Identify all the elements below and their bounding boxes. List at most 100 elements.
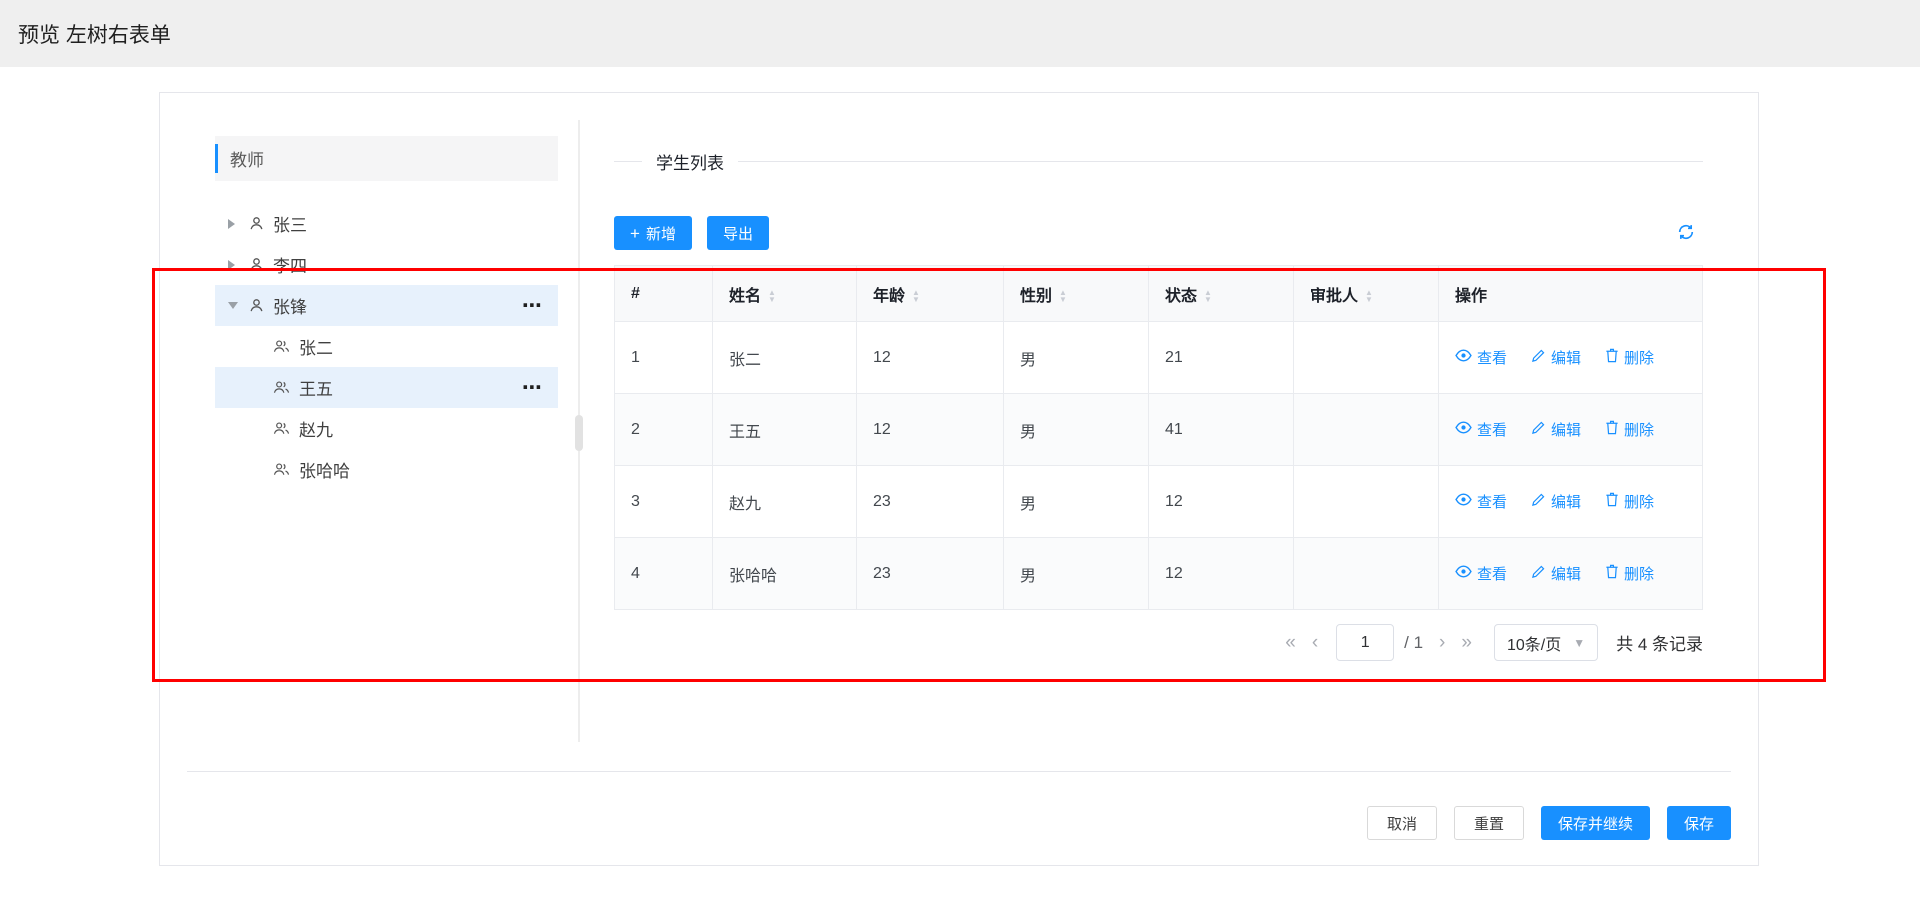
view-link[interactable]: 查看 bbox=[1455, 491, 1507, 512]
cancel-button[interactable]: 取消 bbox=[1367, 806, 1437, 840]
table-row: 4 张哈哈 23 男 12 查看 编辑 删除 bbox=[615, 538, 1703, 610]
trash-icon bbox=[1605, 564, 1619, 583]
eye-icon bbox=[1455, 349, 1472, 366]
cell-approver bbox=[1294, 394, 1439, 466]
view-link[interactable]: 查看 bbox=[1455, 347, 1507, 368]
cell-actions: 查看 编辑 删除 bbox=[1439, 394, 1703, 466]
tree-node-zhangsan[interactable]: 张三 bbox=[215, 203, 558, 244]
pencil-icon bbox=[1531, 420, 1546, 439]
caret-right-icon[interactable] bbox=[228, 219, 237, 229]
col-header-age[interactable]: 年龄▲▼ bbox=[857, 266, 1004, 322]
table-row: 1 张二 12 男 21 查看 编辑 删除 bbox=[615, 322, 1703, 394]
tree-node-label: 张二 bbox=[299, 334, 333, 359]
more-actions-icon[interactable]: ⋯ bbox=[522, 296, 558, 316]
student-table: # 姓名▲▼ 年龄▲▼ 性别▲▼ 状态▲▼ 审批人▲▼ 操作 1 张二 12 男… bbox=[614, 265, 1703, 610]
view-link[interactable]: 查看 bbox=[1455, 563, 1507, 584]
table-toolbar: + 新增 导出 bbox=[614, 216, 1703, 250]
add-button[interactable]: + 新增 bbox=[614, 216, 692, 250]
panel-splitter[interactable] bbox=[578, 120, 580, 742]
page-title: 预览 左树右表单 bbox=[18, 19, 171, 49]
view-link[interactable]: 查看 bbox=[1455, 419, 1507, 440]
col-header-gender[interactable]: 性别▲▼ bbox=[1004, 266, 1149, 322]
cell-age: 23 bbox=[857, 538, 1004, 610]
eye-icon bbox=[1455, 565, 1472, 582]
tree-node-zhanghaha[interactable]: 张哈哈 bbox=[215, 449, 558, 490]
prev-page-button[interactable]: ‹ bbox=[1304, 632, 1326, 654]
teacher-tree: 张三 李四 张锋 ⋯ 张二 bbox=[215, 203, 558, 490]
splitter-grip-handle[interactable] bbox=[575, 415, 583, 451]
export-button[interactable]: 导出 bbox=[707, 216, 769, 250]
delete-link[interactable]: 删除 bbox=[1605, 563, 1654, 584]
sort-icon[interactable]: ▲▼ bbox=[768, 289, 776, 303]
plus-icon: + bbox=[630, 225, 640, 242]
refresh-icon bbox=[1677, 223, 1695, 244]
col-header-approver[interactable]: 审批人▲▼ bbox=[1294, 266, 1439, 322]
caret-right-icon[interactable] bbox=[228, 260, 237, 270]
table-row: 3 赵九 23 男 12 查看 编辑 删除 bbox=[615, 466, 1703, 538]
first-page-button[interactable]: « bbox=[1277, 632, 1304, 654]
sort-icon[interactable]: ▲▼ bbox=[1365, 289, 1373, 303]
save-and-continue-button[interactable]: 保存并继续 bbox=[1541, 806, 1650, 840]
cell-index: 1 bbox=[615, 322, 713, 394]
tree-node-zhanger[interactable]: 张二 bbox=[215, 326, 558, 367]
eye-icon bbox=[1455, 421, 1472, 438]
more-actions-icon[interactable]: ⋯ bbox=[522, 378, 558, 398]
cell-status: 41 bbox=[1149, 394, 1294, 466]
save-button[interactable]: 保存 bbox=[1667, 806, 1731, 840]
cell-age: 12 bbox=[857, 322, 1004, 394]
tree-node-zhangfeng[interactable]: 张锋 ⋯ bbox=[215, 285, 558, 326]
col-header-status[interactable]: 状态▲▼ bbox=[1149, 266, 1294, 322]
tree-node-lisi[interactable]: 李四 bbox=[215, 244, 558, 285]
delete-link[interactable]: 删除 bbox=[1605, 419, 1654, 440]
cell-age: 23 bbox=[857, 466, 1004, 538]
edit-link[interactable]: 编辑 bbox=[1531, 491, 1581, 512]
next-page-button[interactable]: › bbox=[1431, 632, 1453, 654]
edit-link[interactable]: 编辑 bbox=[1531, 347, 1581, 368]
cell-name: 赵九 bbox=[713, 466, 857, 538]
pencil-icon bbox=[1531, 564, 1546, 583]
cell-gender: 男 bbox=[1004, 394, 1149, 466]
tree-panel-title: 教师 bbox=[230, 146, 264, 171]
sort-icon[interactable]: ▲▼ bbox=[912, 289, 920, 303]
cell-approver bbox=[1294, 538, 1439, 610]
tree-node-label: 张哈哈 bbox=[299, 457, 350, 482]
tree-node-wangwu[interactable]: 王五 ⋯ bbox=[215, 367, 558, 408]
tree-panel-header: 教师 bbox=[215, 136, 558, 181]
table-row: 2 王五 12 男 41 查看 编辑 删除 bbox=[615, 394, 1703, 466]
cell-name: 张哈哈 bbox=[713, 538, 857, 610]
tree-node-label: 张锋 bbox=[273, 293, 307, 318]
cell-gender: 男 bbox=[1004, 466, 1149, 538]
group-icon bbox=[273, 339, 290, 354]
caret-down-icon[interactable] bbox=[228, 302, 237, 309]
delete-link[interactable]: 删除 bbox=[1605, 491, 1654, 512]
footer-actions: 取消 重置 保存并继续 保存 bbox=[1367, 806, 1731, 840]
cell-gender: 男 bbox=[1004, 538, 1149, 610]
pagination: « ‹ / 1 › » 10条/页 ▼ 共 4 条记录 bbox=[614, 624, 1703, 661]
cell-actions: 查看 编辑 删除 bbox=[1439, 322, 1703, 394]
delete-link[interactable]: 删除 bbox=[1605, 347, 1654, 368]
person-icon bbox=[249, 298, 264, 313]
edit-link[interactable]: 编辑 bbox=[1531, 563, 1581, 584]
col-header-name[interactable]: 姓名▲▼ bbox=[713, 266, 857, 322]
sort-icon[interactable]: ▲▼ bbox=[1059, 289, 1067, 303]
group-icon bbox=[273, 462, 290, 477]
chevron-down-icon: ▼ bbox=[1573, 636, 1585, 650]
refresh-button[interactable] bbox=[1669, 216, 1703, 250]
page-size-select[interactable]: 10条/页 ▼ bbox=[1494, 624, 1598, 661]
cell-index: 2 bbox=[615, 394, 713, 466]
divider-line bbox=[738, 161, 1703, 162]
table-header-row: # 姓名▲▼ 年龄▲▼ 性别▲▼ 状态▲▼ 审批人▲▼ 操作 bbox=[615, 266, 1703, 322]
col-header-actions: 操作 bbox=[1439, 266, 1703, 322]
reset-button[interactable]: 重置 bbox=[1454, 806, 1524, 840]
cell-index: 4 bbox=[615, 538, 713, 610]
tree-panel: 教师 张三 李四 张锋 bbox=[215, 136, 558, 490]
tree-node-label: 王五 bbox=[299, 375, 333, 400]
student-list-panel: 学生列表 + 新增 导出 # bbox=[614, 136, 1703, 661]
edit-link[interactable]: 编辑 bbox=[1531, 419, 1581, 440]
last-page-button[interactable]: » bbox=[1453, 632, 1480, 654]
group-icon bbox=[273, 380, 290, 395]
sort-icon[interactable]: ▲▼ bbox=[1204, 289, 1212, 303]
group-icon bbox=[273, 421, 290, 436]
tree-node-zhaojiu[interactable]: 赵九 bbox=[215, 408, 558, 449]
page-number-input[interactable] bbox=[1336, 624, 1394, 661]
